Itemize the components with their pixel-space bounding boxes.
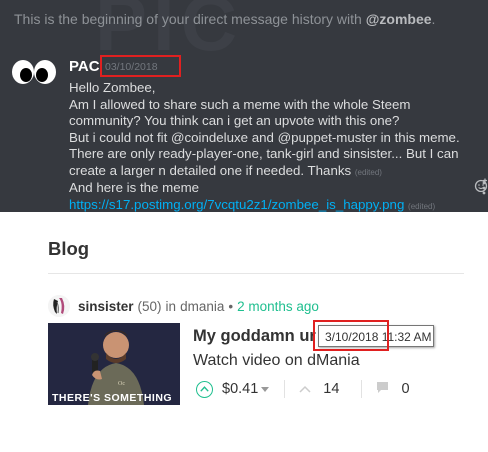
divider	[284, 380, 286, 398]
category-link[interactable]: dmania	[180, 299, 224, 314]
divider	[48, 273, 464, 274]
divider	[361, 380, 363, 398]
message-body-2: And here is the meme https://s17.postimg…	[69, 180, 474, 212]
sinsister-avatar-icon	[48, 295, 70, 317]
message-line: Hello Zombee,	[69, 80, 156, 95]
intro-text: This is the beginning of your direct mes…	[14, 11, 366, 27]
blog-heading: Blog	[48, 238, 90, 259]
meta-separator: •	[228, 298, 234, 314]
post-author-link[interactable]: sinsister	[78, 299, 134, 314]
author-reputation: (50)	[137, 298, 162, 314]
message-line: https://s17.postimg.org/7vcqtu2z1/zombee…	[69, 197, 474, 213]
post-actions: $0.41 14 0	[196, 380, 410, 398]
edited-label-2: (edited)	[408, 201, 436, 211]
meme-link[interactable]: https://s17.postimg.org/7vcqtu2z1/zombee…	[69, 197, 404, 212]
thumbnail-caption: THERE'S SOMETHING	[52, 392, 173, 404]
comment-icon[interactable]	[376, 381, 389, 398]
message-line-text: create a larger n detailed one if needed…	[69, 162, 355, 178]
intro-suffix: .	[431, 11, 436, 27]
avatar[interactable]	[10, 56, 58, 96]
message-line: Am I allowed to share such a meme with t…	[69, 96, 411, 112]
post-time-link[interactable]: 2 months ago	[237, 299, 319, 314]
message-timestamp[interactable]: 03/10/2018	[100, 55, 181, 77]
post-summary[interactable]: Watch video on dMania	[193, 352, 360, 370]
post-thumbnail[interactable]: Oc THERE'S SOMETHING	[48, 323, 180, 405]
message-line: community? You think can i get an upvote…	[69, 113, 400, 128]
votes-icon[interactable]	[299, 381, 311, 397]
message-line: There are only ready-player-one, tank-gi…	[69, 146, 459, 161]
message-line: But i could not fit @coindeluxe and @pup…	[69, 129, 460, 145]
in-label: in	[165, 298, 177, 314]
message-line: And here is the meme	[69, 180, 200, 195]
message-line: create a larger n detailed one if needed…	[69, 163, 474, 182]
upvote-icon[interactable]	[196, 380, 213, 398]
intro-username[interactable]: @zombee	[366, 11, 432, 27]
message-body: Hello Zombee, Am I allowed to share such…	[69, 80, 474, 181]
svg-text:Oc: Oc	[118, 381, 125, 387]
caret-down-icon[interactable]	[261, 386, 270, 392]
chat-panel: PIC This is the beginning of your direct…	[0, 0, 488, 212]
vote-count[interactable]: 14	[323, 381, 339, 397]
eyes-avatar-icon	[12, 60, 56, 84]
payout-value[interactable]: $0.41	[222, 381, 258, 397]
dm-history-intro: This is the beginning of your direct mes…	[14, 11, 435, 27]
user-avatar[interactable]	[48, 295, 70, 317]
more-icon[interactable]	[482, 181, 488, 195]
message-author[interactable]: PAC	[69, 58, 100, 75]
highlight-box	[313, 320, 389, 351]
post-title[interactable]: My goddamn ur	[193, 327, 316, 346]
edited-label: (edited)	[354, 167, 382, 177]
comment-count[interactable]: 0	[401, 381, 409, 397]
post-meta: sinsister (50) in dmania • 2 months ago	[48, 295, 319, 317]
